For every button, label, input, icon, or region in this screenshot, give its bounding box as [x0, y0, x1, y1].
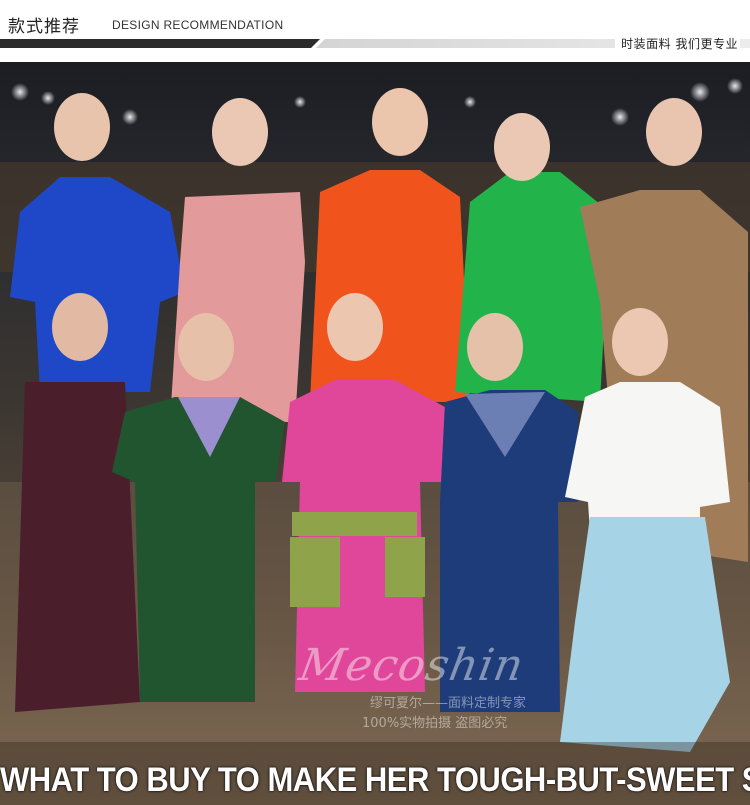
- section-title-cn: 款式推荐: [8, 17, 80, 37]
- section-header: 款式推荐 DESIGN RECOMMENDATION 时装面料 我们更专业: [0, 0, 750, 62]
- watermark-brand: Mecoshin: [295, 640, 529, 691]
- header-divider-dark: [0, 39, 320, 48]
- header-tagline: 时装面料 我们更专业: [615, 35, 740, 52]
- slogan-banner: WHAT TO BUY TO MAKE HER TOUGH-BUT-SWEET …: [0, 759, 750, 800]
- watermark-line-1: 缪可夏尔——面料定制专家: [370, 696, 527, 711]
- model-orange-shirt: [310, 88, 470, 402]
- section-title-en: DESIGN RECOMMENDATION: [112, 18, 284, 32]
- watermark-line-2: 100%实物拍摄 盗图必究: [362, 716, 508, 731]
- fashion-models-photo: Mecoshin 缪可夏尔——面料定制专家 100%实物拍摄 盗图必究 WHAT…: [0, 62, 750, 805]
